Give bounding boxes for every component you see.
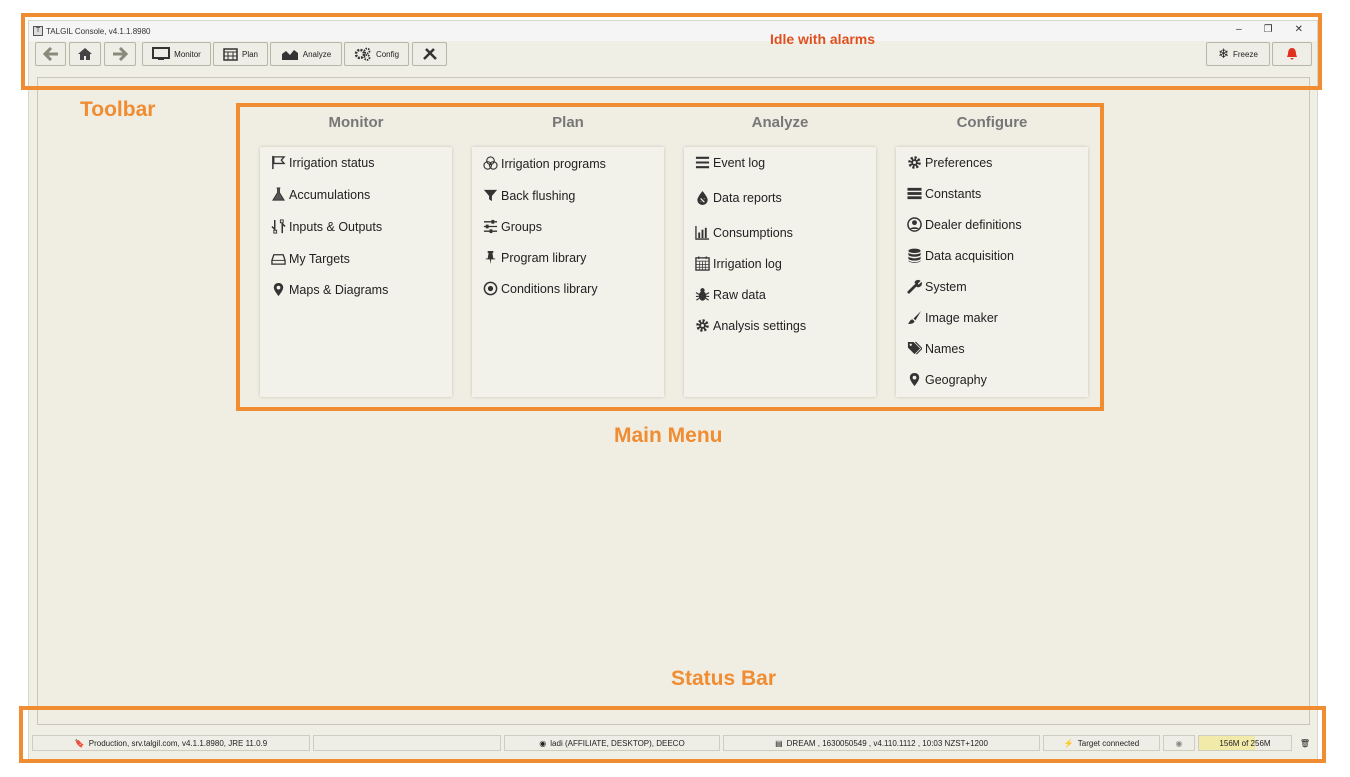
status-bar-annotation: Status Bar xyxy=(671,667,777,690)
toolbar-highlight xyxy=(21,13,1322,90)
main-menu-annotation: Main Menu xyxy=(614,424,723,447)
toolbar-annotation: Toolbar xyxy=(80,98,156,121)
main-menu-highlight xyxy=(236,103,1104,411)
status-bar-highlight xyxy=(19,706,1326,763)
